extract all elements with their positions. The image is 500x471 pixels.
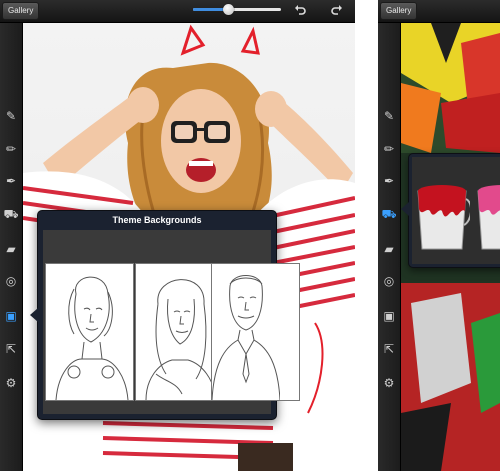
marker-icon[interactable]: ✎: [381, 108, 397, 124]
paint-bucket-icon[interactable]: ⛟: [3, 206, 19, 222]
eraser-icon[interactable]: ▰: [381, 241, 397, 257]
popover-title: Theme Backgrounds: [112, 215, 202, 225]
pen-icon[interactable]: ✒: [381, 173, 397, 189]
tool-sidebar: ✎ ✏ ✒ ⛟ ▰ ◎ ▣ ⇱ ⚙: [378, 23, 401, 471]
redo-icon[interactable]: [330, 3, 344, 17]
spiral-icon[interactable]: ◎: [3, 273, 19, 289]
gallery-button[interactable]: Gallery: [2, 2, 40, 20]
eraser-icon[interactable]: ▰: [3, 241, 19, 257]
gallery-button[interactable]: Gallery: [380, 2, 418, 20]
paint-bucket-icon[interactable]: ⛟: [381, 206, 397, 222]
spiral-icon[interactable]: ◎: [381, 273, 397, 289]
share-icon[interactable]: ⇱: [381, 341, 397, 357]
popover-body: [412, 157, 500, 264]
theme-backgrounds-popover: Theme Backgrounds: [37, 210, 300, 420]
pencil-icon[interactable]: ✏: [3, 141, 19, 157]
red-paint-bucket[interactable]: [414, 181, 472, 253]
left-screen: Gallery ✎ ✏ ✒ ⛟ ▰ ◎ ▣ ⇱ ⚙ Theme Backgrou…: [0, 0, 355, 471]
undo-icon[interactable]: [293, 3, 307, 17]
brush-size-slider[interactable]: [193, 4, 281, 15]
popover-arrow: [30, 308, 38, 322]
slider-knob[interactable]: [223, 4, 235, 15]
marker-icon[interactable]: ✎: [3, 108, 19, 124]
image-icon[interactable]: ▣: [381, 308, 397, 324]
woman-sketch-thumbnail[interactable]: [45, 263, 134, 401]
settings-icon[interactable]: ⚙: [3, 375, 19, 391]
settings-icon[interactable]: ⚙: [381, 375, 397, 391]
man-suit-sketch-thumbnail[interactable]: [211, 263, 300, 401]
pink-paint-bucket[interactable]: [474, 181, 500, 253]
top-bar: Gallery: [0, 0, 355, 23]
pen-icon[interactable]: ✒: [3, 173, 19, 189]
popover-body: [43, 230, 300, 414]
share-icon[interactable]: ⇱: [3, 341, 19, 357]
tool-sidebar: ✎ ✏ ✒ ⛟ ▰ ◎ ▣ ⇱ ⚙: [0, 23, 23, 471]
pencil-icon[interactable]: ✏: [381, 141, 397, 157]
top-bar: Gallery: [378, 0, 500, 23]
paint-bucket-popover: [408, 153, 500, 268]
popover-arrow: [401, 202, 409, 216]
image-icon[interactable]: ▣: [3, 308, 19, 324]
